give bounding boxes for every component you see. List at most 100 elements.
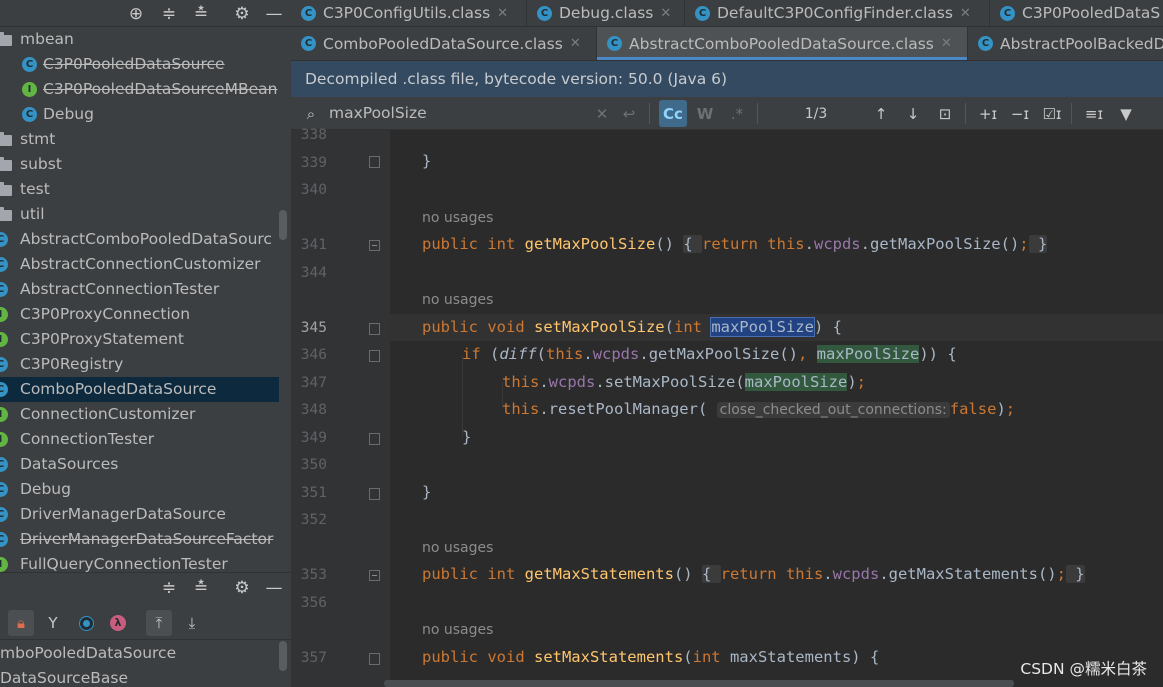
tree-item[interactable]: C DriverManagerDataSourceFactor — [0, 527, 279, 552]
class-icon: C — [1000, 5, 1015, 21]
expand-fold-icon[interactable] — [369, 240, 380, 251]
tree-item[interactable]: I C3P0ProxyConnection — [0, 302, 279, 327]
tree-item[interactable]: C C3P0PooledDataSource — [0, 52, 279, 77]
minimize-icon[interactable]: — — [261, 0, 287, 27]
fold-end-icon[interactable] — [369, 433, 380, 445]
select-all-occurrences-icon[interactable]: ☑ɪ — [1039, 100, 1065, 127]
list-item[interactable]: DataSourceBase — [0, 666, 291, 687]
tree-item[interactable]: C DataSources — [0, 452, 279, 477]
horizontal-scrollbar[interactable] — [384, 680, 1014, 687]
collapse-all-icon[interactable]: ≛ — [188, 574, 214, 601]
tree-item[interactable]: I ConnectionCustomizer — [0, 402, 279, 427]
tab-abstractcombopooleddatasource[interactable]: C AbstractComboPooledDataSource.class ✕ — [597, 27, 968, 60]
tree-scrollbar[interactable] — [279, 210, 287, 240]
gear-icon[interactable]: ⚙ — [229, 574, 255, 601]
tab-combopooleddatasource[interactable]: C ComboPooledDataSource.class ✕ — [291, 27, 597, 60]
close-icon[interactable]: ✕ — [570, 36, 581, 51]
tree-item[interactable]: I C3P0ProxyStatement — [0, 327, 279, 352]
tree-item[interactable]: subst — [0, 152, 279, 177]
next-match-icon[interactable]: ↓ — [901, 100, 925, 127]
code-editor[interactable]: } no usages public int getMaxPoolSize() … — [390, 130, 1163, 687]
search-input[interactable] — [329, 102, 569, 124]
fold-end-icon[interactable] — [369, 156, 380, 168]
tree-item[interactable]: I C3P0PooledDataSourceMBean — [0, 77, 279, 102]
tree-item[interactable]: C ComboPooledDataSource — [0, 377, 279, 402]
sort-down-icon[interactable]: ⤓ — [179, 610, 205, 636]
tree-item[interactable]: C Debug — [0, 102, 279, 127]
fields-icon[interactable] — [73, 610, 99, 636]
list-item[interactable]: mboPooledDataSource — [0, 641, 291, 666]
tree-item-label: C3P0Registry — [20, 355, 124, 373]
fold-start-icon[interactable] — [369, 323, 380, 335]
tree-item[interactable]: I ConnectionTester — [0, 427, 279, 452]
search-icon[interactable]: ⌕ — [299, 100, 323, 127]
tree-item[interactable]: C AbstractComboPooledDataSourc — [0, 227, 279, 252]
tab-c3p0pooleddatasource[interactable]: C C3P0PooledDataS — [990, 0, 1163, 26]
parameter-hint: close_checked_out_connections: — [716, 402, 950, 418]
expand-all-icon[interactable]: ≑ — [156, 574, 182, 601]
class-icon: C — [0, 532, 8, 547]
tab-abstractpoolbacked[interactable]: C AbstractPoolBackedD — [968, 27, 1163, 60]
filter-icon[interactable]: ▼ — [1113, 100, 1139, 127]
tree-item-label: C3P0PooledDataSourceMBean — [43, 80, 278, 98]
class-icon: C — [0, 382, 8, 397]
tree-item[interactable]: stmt — [0, 127, 279, 152]
fold-start-icon[interactable] — [369, 350, 380, 362]
filter-lines-icon[interactable]: ≡ɪ — [1081, 100, 1107, 127]
search-match: maxPoolSize — [744, 373, 848, 391]
locate-icon[interactable]: ⊕ — [123, 0, 149, 27]
close-icon[interactable]: ✕ — [497, 6, 508, 21]
folder-icon — [0, 32, 12, 46]
fold-start-icon[interactable] — [369, 653, 380, 665]
collapse-all-icon[interactable]: ≛ — [188, 0, 214, 27]
clear-icon[interactable]: ✕ — [591, 100, 613, 127]
lock-icon[interactable]: 🔒︎ — [8, 610, 34, 636]
tree-item-label: C3P0PooledDataSource — [43, 55, 225, 73]
expand-all-icon[interactable]: ≑ — [156, 0, 182, 27]
tab-defaultc3p0configfinder[interactable]: C DefaultC3P0ConfigFinder.class ✕ — [685, 0, 990, 26]
search-match: maxPoolSize — [816, 345, 920, 363]
tree-item-label: Debug — [20, 480, 71, 498]
editor-tabs-row-1: C C3P0ConfigUtils.class ✕ C Debug.class … — [291, 0, 1163, 27]
whole-word-toggle[interactable]: W — [691, 100, 719, 127]
sort-up-icon[interactable]: ⤒ — [146, 610, 172, 636]
close-icon[interactable]: ✕ — [960, 6, 971, 21]
tree-item-label: util — [20, 205, 45, 223]
select-all-icon[interactable]: ⊡ — [933, 100, 957, 127]
prev-match-icon[interactable]: ↑ — [869, 100, 893, 127]
close-icon[interactable]: ✕ — [941, 36, 952, 51]
tree-item[interactable]: util — [0, 202, 279, 227]
close-icon[interactable]: ✕ — [660, 6, 671, 21]
tree-item[interactable]: C Debug — [0, 477, 279, 502]
folder-icon — [0, 182, 12, 196]
expand-fold-icon[interactable] — [369, 570, 380, 581]
tree-item[interactable]: C DriverManagerDataSource — [0, 502, 279, 527]
history-icon[interactable]: ↩ — [617, 100, 641, 127]
tree-item[interactable]: test — [0, 177, 279, 202]
tree-item[interactable]: mbean — [0, 27, 279, 52]
tree-item[interactable]: I FullQueryConnectionTester — [0, 552, 279, 572]
gear-icon[interactable]: ⚙ — [229, 0, 255, 27]
remove-occurrence-icon[interactable]: −ɪ — [1007, 100, 1033, 127]
tree-item[interactable]: C AbstractConnectionCustomizer — [0, 252, 279, 277]
usage-hint[interactable]: no usages — [422, 622, 493, 638]
add-occurrence-icon[interactable]: +ɪ — [975, 100, 1001, 127]
code-line: } — [462, 428, 472, 446]
line-number: 352 — [300, 512, 327, 528]
lambda-icon[interactable]: λ — [105, 610, 131, 636]
match-case-toggle[interactable]: Cc — [659, 100, 687, 127]
usage-hint[interactable]: no usages — [422, 540, 493, 556]
tree-item[interactable]: C C3P0Registry — [0, 352, 279, 377]
fold-end-icon[interactable] — [369, 488, 380, 500]
usage-hint[interactable]: no usages — [422, 292, 493, 308]
minimize-icon[interactable]: — — [261, 574, 287, 601]
structure-scrollbar[interactable] — [279, 641, 287, 671]
regex-toggle[interactable]: .* — [723, 100, 751, 127]
inherited-icon[interactable]: Y — [40, 610, 66, 636]
code-line: if (diff(this.wcpds.getMaxPoolSize(), ma… — [462, 345, 957, 363]
tree-item[interactable]: C AbstractConnectionTester — [0, 277, 279, 302]
usage-hint[interactable]: no usages — [422, 210, 493, 226]
structure-filter-bar: 🔒︎ Y λ ⤒ ⤓ — [0, 604, 291, 640]
tab-debug[interactable]: C Debug.class ✕ — [527, 0, 685, 26]
tab-c3p0configutils[interactable]: C C3P0ConfigUtils.class ✕ — [291, 0, 527, 26]
